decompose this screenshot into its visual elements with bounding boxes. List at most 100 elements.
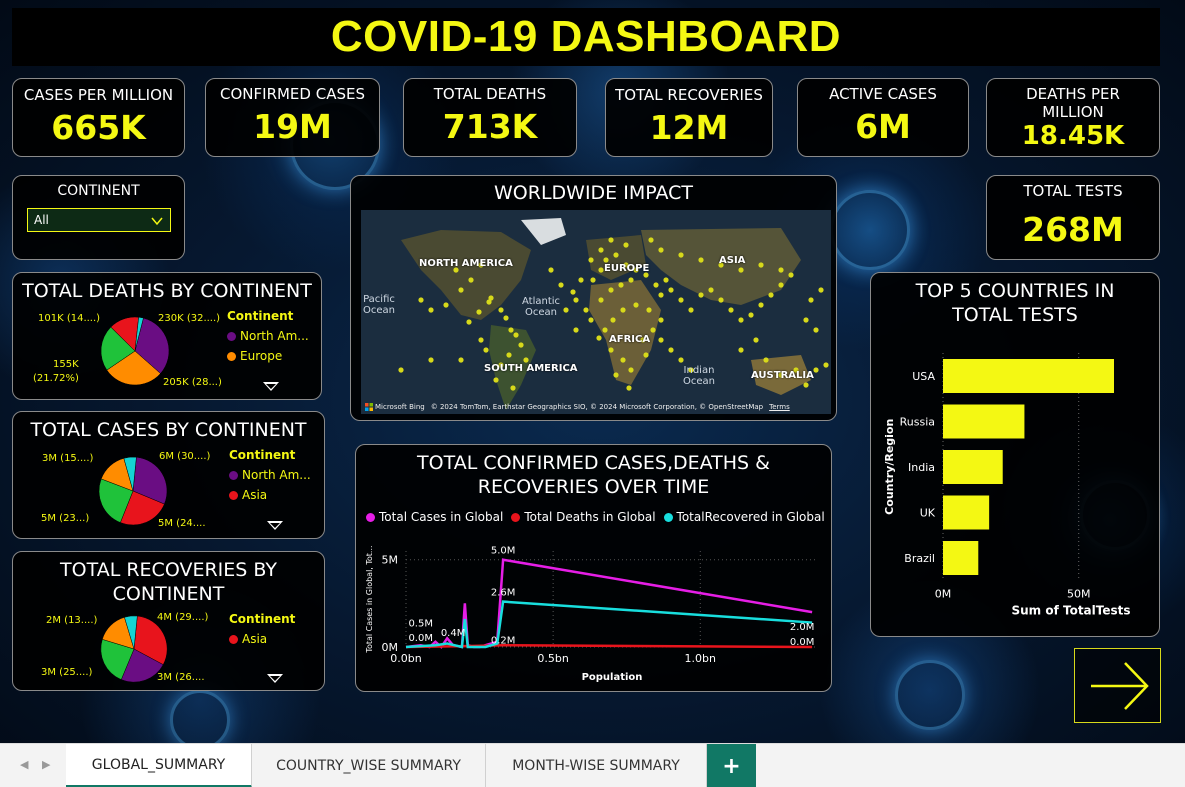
map-marker[interactable] xyxy=(458,357,464,363)
map-marker[interactable] xyxy=(728,307,734,313)
map-marker[interactable] xyxy=(503,315,509,321)
legend-item[interactable]: Asia xyxy=(229,632,295,646)
map-marker[interactable] xyxy=(466,319,472,325)
map-marker[interactable] xyxy=(650,327,656,333)
map-marker[interactable] xyxy=(596,335,602,341)
map-marker[interactable] xyxy=(738,267,744,273)
map-marker[interactable] xyxy=(758,302,764,308)
map-marker[interactable] xyxy=(818,287,824,293)
map-marker[interactable] xyxy=(653,282,659,288)
legend-scroll-down-icon[interactable] xyxy=(267,521,283,530)
map-marker[interactable] xyxy=(483,347,489,353)
map-marker[interactable] xyxy=(548,267,554,273)
map-marker[interactable] xyxy=(678,357,684,363)
map-marker[interactable] xyxy=(628,367,634,373)
legend-item[interactable]: Asia xyxy=(229,488,311,502)
map-marker[interactable] xyxy=(788,272,794,278)
map-marker[interactable] xyxy=(663,277,669,283)
map-terms-link[interactable]: Terms xyxy=(769,403,790,411)
map-marker[interactable] xyxy=(688,307,694,313)
deaths-by-continent-panel[interactable]: TOTAL DEATHS BY CONTINENT 101K (14....) … xyxy=(12,272,322,400)
bar[interactable] xyxy=(943,404,1025,439)
bar[interactable] xyxy=(943,450,1003,484)
map-marker[interactable] xyxy=(608,287,614,293)
map-marker[interactable] xyxy=(718,297,724,303)
map-marker[interactable] xyxy=(678,252,684,258)
map-marker[interactable] xyxy=(738,347,744,353)
map-marker[interactable] xyxy=(610,317,616,323)
map-marker[interactable] xyxy=(778,267,784,273)
map-marker[interactable] xyxy=(558,282,564,288)
map-marker[interactable] xyxy=(618,282,624,288)
kpi-confirmed-cases[interactable]: CONFIRMED CASES 19M xyxy=(205,78,380,157)
legend-item[interactable]: North Am... xyxy=(229,468,311,482)
map-marker[interactable] xyxy=(613,372,619,378)
map-marker[interactable] xyxy=(620,307,626,313)
map-marker[interactable] xyxy=(626,385,632,391)
legend-item[interactable]: TotalRecovered in Global xyxy=(663,510,825,524)
world-map[interactable]: NORTH AMERICA EUROPE ASIA AFRICA SOUTH A… xyxy=(361,210,831,414)
map-marker[interactable] xyxy=(748,312,754,318)
map-marker[interactable] xyxy=(738,317,744,323)
kpi-deaths-per-million[interactable]: DEATHS PER MILLION 18.45K xyxy=(986,78,1160,157)
map-marker[interactable] xyxy=(753,337,759,343)
kpi-total-deaths[interactable]: TOTAL DEATHS 713K xyxy=(403,78,577,157)
map-marker[interactable] xyxy=(668,287,674,293)
map-marker[interactable] xyxy=(602,327,608,333)
tab-scroll-left-icon[interactable]: ◀ xyxy=(20,758,28,771)
kpi-active-cases[interactable]: ACTIVE CASES 6M xyxy=(797,78,969,157)
bar[interactable] xyxy=(943,495,990,530)
map-marker[interactable] xyxy=(823,362,829,368)
map-marker[interactable] xyxy=(428,357,434,363)
map-marker[interactable] xyxy=(633,302,639,308)
map-marker[interactable] xyxy=(658,292,664,298)
recoveries-by-continent-panel[interactable]: TOTAL RECOVERIES BY CONTINENT 2M (13....… xyxy=(12,551,325,691)
map-marker[interactable] xyxy=(588,317,594,323)
map-marker[interactable] xyxy=(608,237,614,243)
map-marker[interactable] xyxy=(523,357,529,363)
map-marker[interactable] xyxy=(658,317,664,323)
map-marker[interactable] xyxy=(493,377,499,383)
map-marker[interactable] xyxy=(486,299,492,305)
map-marker[interactable] xyxy=(678,297,684,303)
map-marker[interactable] xyxy=(620,357,626,363)
map-marker[interactable] xyxy=(603,257,609,263)
map-marker[interactable] xyxy=(588,257,594,263)
map-marker[interactable] xyxy=(778,282,784,288)
map-marker[interactable] xyxy=(643,352,649,358)
legend-item[interactable]: Total Deaths in Global xyxy=(511,510,656,524)
tab-month-wise-summary[interactable]: MONTH-WISE SUMMARY xyxy=(486,744,707,787)
map-marker[interactable] xyxy=(518,342,524,348)
map-marker[interactable] xyxy=(813,327,819,333)
map-marker[interactable] xyxy=(510,385,516,391)
map-marker[interactable] xyxy=(768,292,774,298)
map-marker[interactable] xyxy=(698,292,704,298)
map-marker[interactable] xyxy=(628,277,634,283)
cases-by-continent-panel[interactable]: TOTAL CASES BY CONTINENT 3M (15....) 6M … xyxy=(12,411,325,539)
legend-scroll-down-icon[interactable] xyxy=(263,382,279,391)
legend-item[interactable]: North Am... xyxy=(227,329,309,343)
map-marker[interactable] xyxy=(598,247,604,253)
map-marker[interactable] xyxy=(443,302,449,308)
continent-dropdown[interactable]: All xyxy=(27,208,171,232)
map-marker[interactable] xyxy=(573,297,579,303)
tab-country-wise-summary[interactable]: COUNTRY_WISE SUMMARY xyxy=(252,744,486,787)
map-marker[interactable] xyxy=(506,352,512,358)
map-marker[interactable] xyxy=(578,277,584,283)
kpi-total-recoveries[interactable]: TOTAL RECOVERIES 12M xyxy=(605,78,773,157)
map-marker[interactable] xyxy=(458,287,464,293)
map-marker[interactable] xyxy=(608,347,614,353)
map-marker[interactable] xyxy=(570,289,576,295)
map-marker[interactable] xyxy=(668,347,674,353)
cases-over-time-panel[interactable]: TOTAL CONFIRMED CASES,DEATHS & RECOVERIE… xyxy=(355,444,832,692)
map-marker[interactable] xyxy=(803,317,809,323)
map-marker[interactable] xyxy=(658,337,664,343)
map-marker[interactable] xyxy=(598,267,604,273)
map-marker[interactable] xyxy=(478,337,484,343)
map-marker[interactable] xyxy=(513,332,519,338)
map-marker[interactable] xyxy=(813,367,819,373)
top-countries-tests-panel[interactable]: TOP 5 COUNTRIES IN TOTAL TESTS 0M 50M USA R… xyxy=(870,272,1160,637)
kpi-cases-per-million[interactable]: CASES PER MILLION 665K xyxy=(12,78,185,157)
map-marker[interactable] xyxy=(803,382,809,388)
map-marker[interactable] xyxy=(573,327,579,333)
